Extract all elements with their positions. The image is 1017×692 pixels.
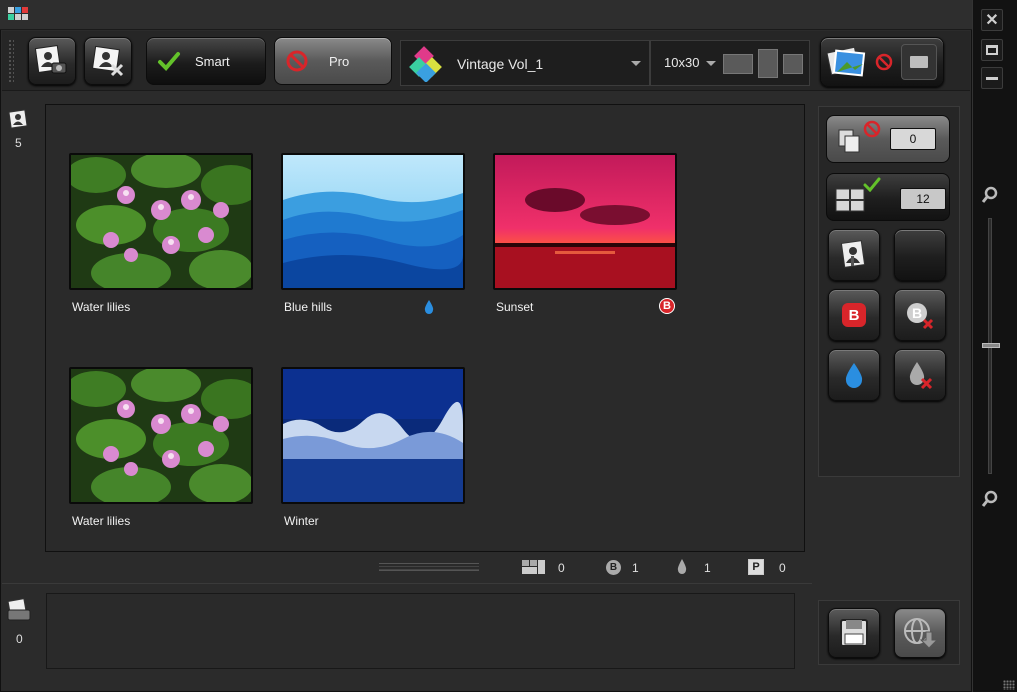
preset-dropdown[interactable]: Vintage Vol_1 [400,40,650,86]
p-count-icon: P [748,559,764,575]
maximize-icon [986,45,998,55]
globe-download-icon [904,618,938,649]
toolbar-grip[interactable] [8,39,14,83]
splitter-handle[interactable] [379,563,479,571]
layout-landscape-option[interactable] [723,54,753,74]
drop-badge-icon [424,300,434,314]
app-logo-icon[interactable] [6,4,32,26]
photo-thumbnail[interactable] [69,153,253,290]
title-bar [0,0,972,30]
included-counter-button[interactable]: 12 [826,173,950,221]
b-badge-icon: B [842,303,866,327]
p-count-label: P [752,561,760,573]
pro-label: Pro [329,53,350,69]
zoom-in-icon[interactable] [981,186,999,207]
drop-icon [845,363,863,388]
water-lilies-image [71,369,251,502]
drop-count: 1 [704,561,711,575]
remove-portrait-button[interactable] [828,229,880,281]
resize-grip-icon[interactable] [1003,680,1015,690]
smart-mode-button[interactable]: Smart [146,37,266,85]
photo-thumbnail[interactable] [69,367,253,504]
prohibited-icon [286,50,308,72]
drop-count-icon [677,559,687,574]
right-control-strip: ✕ [972,0,1017,692]
smart-label: Smart [195,53,230,69]
layout-count: 0 [558,561,565,575]
layout-square-option[interactable] [783,54,803,74]
b-badge-remove-icon: B [907,303,934,330]
check-icon [158,52,180,71]
remove-drop-button[interactable] [894,349,946,401]
save-button[interactable] [828,608,880,658]
add-photos-icon [34,45,67,74]
svg-text:B: B [912,305,922,321]
remove-photos-icon [92,45,124,77]
minimize-icon [986,76,998,80]
drop-remove-icon [909,362,933,390]
preset-icon [409,46,442,82]
photo-thumbnail[interactable] [493,153,677,290]
b-count-label: B [609,562,618,573]
included-count: 12 [900,188,946,210]
remove-b-badge-button[interactable]: B [894,289,946,341]
layout-grid-icon [835,188,865,212]
zoom-slider-handle[interactable] [982,343,1000,348]
water-lilies-image [71,155,251,288]
add-b-badge-button[interactable]: B [828,289,880,341]
photos-count: 5 [15,136,22,150]
upload-web-button[interactable] [894,608,946,658]
add-drop-button[interactable] [828,349,880,401]
prohibited-icon [863,120,881,138]
size-value: 10x30 [664,55,700,70]
layout-count-icon [522,560,545,574]
tray-drop-area[interactable] [46,593,795,669]
photo-caption: Water lilies [72,300,131,314]
maximize-button[interactable] [981,39,1003,61]
photo-caption: Winter [284,514,319,528]
photo-caption: Blue hills [284,300,333,314]
photo-caption: Sunset [496,300,534,314]
b-count-icon: B [606,560,621,575]
prohibited-icon [875,53,893,71]
photos-stack-icon [827,46,866,77]
remove-photos-button[interactable] [84,37,132,85]
b-badge-icon: B [659,298,675,314]
close-button[interactable]: ✕ [981,9,1003,31]
b-badge-label: B [663,300,671,312]
blue-hills-image [283,155,463,288]
photo-thumbnail[interactable] [281,367,465,504]
size-selector[interactable]: 10x30 [650,40,810,86]
export-options-button[interactable] [820,37,944,87]
chevron-down-icon [706,61,716,66]
empty-action-button[interactable] [894,229,946,281]
excluded-count-value: 0 [909,132,917,146]
p-count: 0 [779,561,786,575]
chevron-down-icon [631,61,641,66]
tray-icon [7,598,31,621]
sunset-image [495,155,675,288]
excluded-counter-button[interactable]: 0 [826,115,950,163]
excluded-count: 0 [890,128,936,150]
save-icon [840,619,868,647]
photos-count-icon [8,108,30,133]
photo-caption: Water lilies [72,514,131,528]
photo-thumbnail[interactable] [281,153,465,290]
add-photos-button[interactable] [28,37,76,85]
zoom-out-icon[interactable] [981,490,999,511]
minimize-button[interactable] [981,67,1003,89]
close-icon: ✕ [985,12,999,29]
included-count-value: 12 [916,192,930,206]
winter-image [283,369,463,502]
check-icon [863,177,881,192]
b-count: 1 [632,561,639,575]
preset-name: Vintage Vol_1 [457,56,544,72]
status-bar: 0 B 1 1 P 0 [46,554,806,580]
layout-portrait-option[interactable] [758,49,778,78]
tray-count: 0 [16,632,23,646]
pro-mode-button[interactable]: Pro [274,37,392,85]
folder-icon [901,44,937,80]
portrait-remove-icon [840,240,866,268]
